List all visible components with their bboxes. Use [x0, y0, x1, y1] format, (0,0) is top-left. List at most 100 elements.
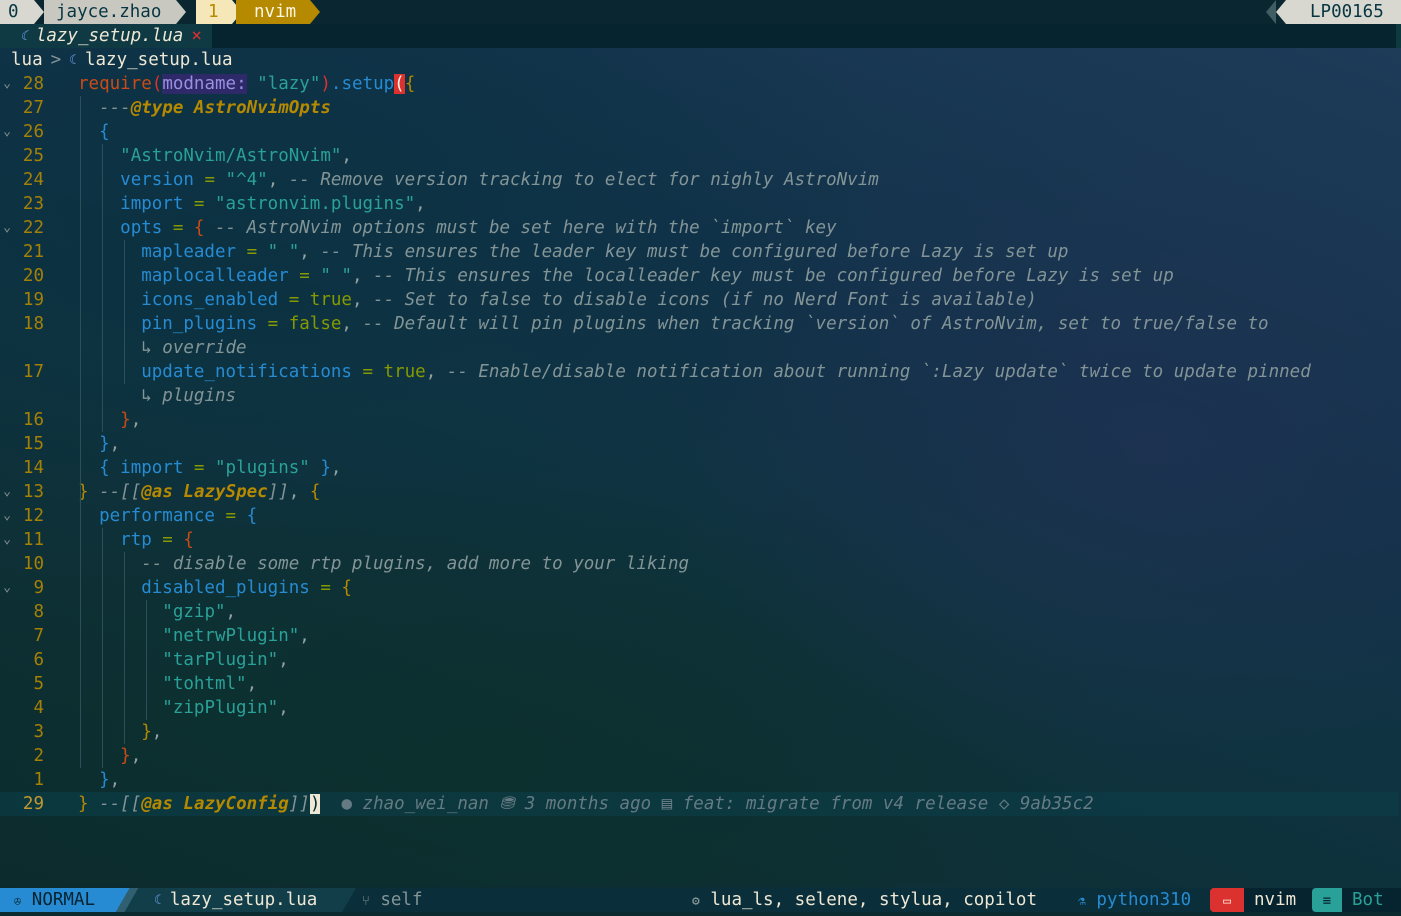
code-token: }	[99, 434, 110, 454]
code-line[interactable]: 14 { import = "plugins" },	[0, 456, 1398, 480]
line-number: 17	[22, 362, 44, 382]
code-token: "astronvim.plugins"	[214, 194, 416, 214]
line-content: icons_enabled = true, -- Set to false to…	[78, 288, 1037, 312]
line-content: mapleader = " ", -- This ensures the lea…	[78, 240, 1068, 264]
code-token: plugins	[162, 386, 237, 406]
code-line[interactable]: 8 "gzip",	[0, 600, 1398, 624]
python-venv[interactable]: ⚗ python310	[1078, 888, 1191, 912]
code-line[interactable]: 3 },	[0, 720, 1398, 744]
code-line[interactable]: ⌄ 13} --[[@as LazySpec]], {	[0, 480, 1398, 504]
tmux-window-index[interactable]: 0	[0, 0, 34, 24]
code-line[interactable]: ⌄ 26 {	[0, 120, 1398, 144]
code-line[interactable]: 18 pin_plugins = false, -- Default will …	[0, 312, 1398, 336]
code-line[interactable]: 5 "tohtml",	[0, 672, 1398, 696]
code-line[interactable]: 16 },	[0, 408, 1398, 432]
code-line[interactable]: ⌄ 22 opts = { -- AstroNvim options must b…	[0, 216, 1398, 240]
code-line[interactable]: 27 ---@type AstroNvimOpts	[0, 96, 1398, 120]
code-token: @type	[130, 98, 184, 118]
code-line[interactable]: 2 },	[0, 744, 1398, 768]
fold-chevron-down-icon[interactable]: ⌄	[0, 216, 14, 240]
line-content: disabled_plugins = {	[78, 576, 352, 600]
code-line[interactable]: 21 mapleader = " ", -- This ensures the …	[0, 240, 1398, 264]
code-token: ,	[225, 602, 237, 622]
code-line[interactable]: 4 "zipPlugin",	[0, 696, 1398, 720]
code-line[interactable]: ↳ plugins	[0, 384, 1398, 408]
code-token: ,	[278, 698, 289, 718]
code-line[interactable]: ⌄ 28 require(modname: "lazy").setup({	[0, 72, 1398, 96]
code-token: =	[288, 266, 321, 286]
buffer-tab[interactable]: ☾ lazy_setup.lua ×	[0, 24, 212, 48]
fold-chevron-down-icon[interactable]: ⌄	[0, 528, 14, 552]
lsp-clients[interactable]: ⚙ lua_ls, selene, stylua, copilot	[692, 888, 1037, 912]
fold-chevron-down-icon[interactable]: ⌄	[0, 504, 14, 528]
line-number: 25	[22, 146, 44, 166]
code-token: ,	[151, 722, 163, 742]
indent-guide	[124, 552, 125, 744]
code-token: }	[120, 410, 131, 430]
line-number: 20	[22, 266, 44, 286]
code-token: ---	[78, 98, 131, 118]
breadcrumb-file[interactable]: lazy_setup.lua	[85, 50, 233, 70]
line-content: } --[[@as LazyConfig]]) ● zhao_wei_nan ⛃…	[78, 792, 1094, 816]
code-line[interactable]: 23 import = "astronvim.plugins",	[0, 192, 1398, 216]
line-content: { import = "plugins" },	[78, 456, 341, 480]
code-line[interactable]: ⌄ 11 rtp = {	[0, 528, 1398, 552]
lines-icon: ≡	[1322, 893, 1332, 909]
fold-chevron-down-icon[interactable]: ⌄	[0, 576, 14, 600]
code-line[interactable]: 10 -- disable some rtp plugins, add more…	[0, 552, 1398, 576]
fold-chevron-down-icon[interactable]: ⌄	[0, 480, 14, 504]
breadcrumb-dir[interactable]: lua	[11, 50, 43, 70]
code-token: "AstroNvim/AstroNvim"	[120, 146, 342, 166]
line-number: 23	[22, 194, 44, 214]
close-icon[interactable]: ×	[191, 26, 202, 46]
git-branch[interactable]: ⑂ self	[362, 888, 423, 912]
code-line[interactable]: 24 version = "^4", -- Remove version tra…	[0, 168, 1398, 192]
code-token: ↳	[141, 338, 163, 358]
lua-file-icon: ☾	[154, 893, 162, 908]
code-token: )	[320, 74, 331, 94]
code-token: =	[183, 458, 215, 478]
line-content: require(modname: "lazy").setup({	[78, 72, 415, 96]
line-number: 14	[22, 458, 44, 478]
line-number: 8	[33, 602, 44, 622]
code-line[interactable]: 7 "netrwPlugin",	[0, 624, 1398, 648]
code-token: ,	[341, 146, 352, 166]
code-line[interactable]: 15 },	[0, 432, 1398, 456]
code-token: "tohtml"	[162, 674, 247, 694]
code-line[interactable]: ⌄ 9 disabled_plugins = {	[0, 576, 1398, 600]
command-line[interactable]	[0, 912, 1401, 916]
code-token: {	[99, 458, 110, 478]
code-line[interactable]: 20 maplocalleader = " ", -- This ensures…	[0, 264, 1398, 288]
tmux-program-name[interactable]: nvim	[236, 0, 310, 24]
code-token: {	[404, 74, 416, 94]
code-line[interactable]: 29} --[[@as LazyConfig]]) ● zhao_wei_nan…	[0, 792, 1398, 816]
tmux-session-name[interactable]: jayce.zhao	[44, 0, 176, 24]
code-line[interactable]: 17 update_notifications = true, -- Enabl…	[0, 360, 1398, 384]
code-line[interactable]: 6 "tarPlugin",	[0, 648, 1398, 672]
code-line[interactable]: ⌄ 12 performance = {	[0, 504, 1398, 528]
code-line[interactable]: ↳ override	[0, 336, 1398, 360]
indent-guide	[80, 96, 81, 768]
code-line[interactable]: 19 icons_enabled = true, -- Set to false…	[0, 288, 1398, 312]
code-token: (	[394, 74, 405, 94]
code-line[interactable]: 1 },	[0, 768, 1398, 792]
fold-chevron-down-icon[interactable]: ⌄	[0, 120, 14, 144]
code-line[interactable]: 25 "AstroNvim/AstroNvim",	[0, 144, 1398, 168]
status-file-section[interactable]: ☾ lazy_setup.lua	[142, 888, 342, 912]
code-token: "plugins"	[215, 458, 310, 478]
line-content: },	[78, 744, 141, 768]
code-token: pin_plugins	[141, 314, 258, 334]
fold-chevron-down-icon[interactable]: ⌄	[0, 72, 14, 96]
lsp-clients-list: lua_ls, selene, stylua, copilot	[710, 890, 1037, 910]
code-token: icons_enabled	[141, 290, 279, 310]
tmux-pane-index[interactable]: 1	[196, 0, 232, 24]
